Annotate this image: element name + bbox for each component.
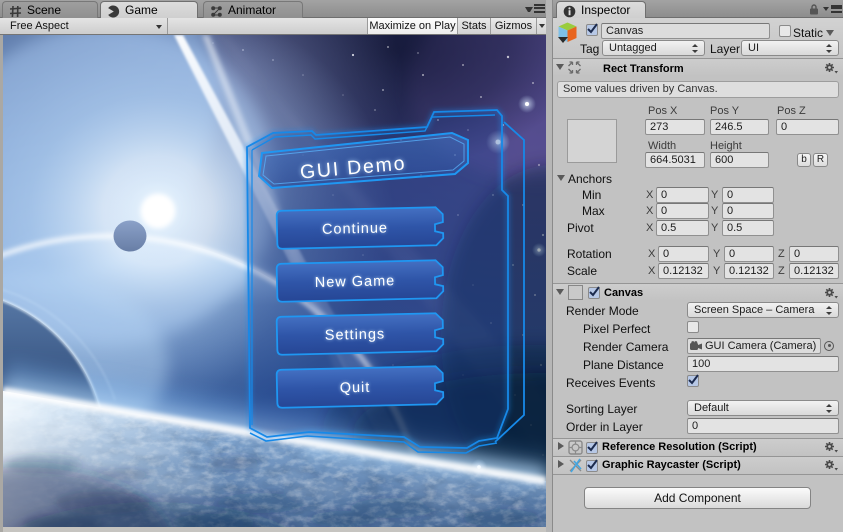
svg-text:Quit: Quit — [340, 380, 371, 397]
svg-text:Settings: Settings — [325, 326, 386, 343]
svg-text:New Game: New Game — [315, 273, 396, 291]
svg-text:Continue: Continue — [322, 220, 388, 237]
